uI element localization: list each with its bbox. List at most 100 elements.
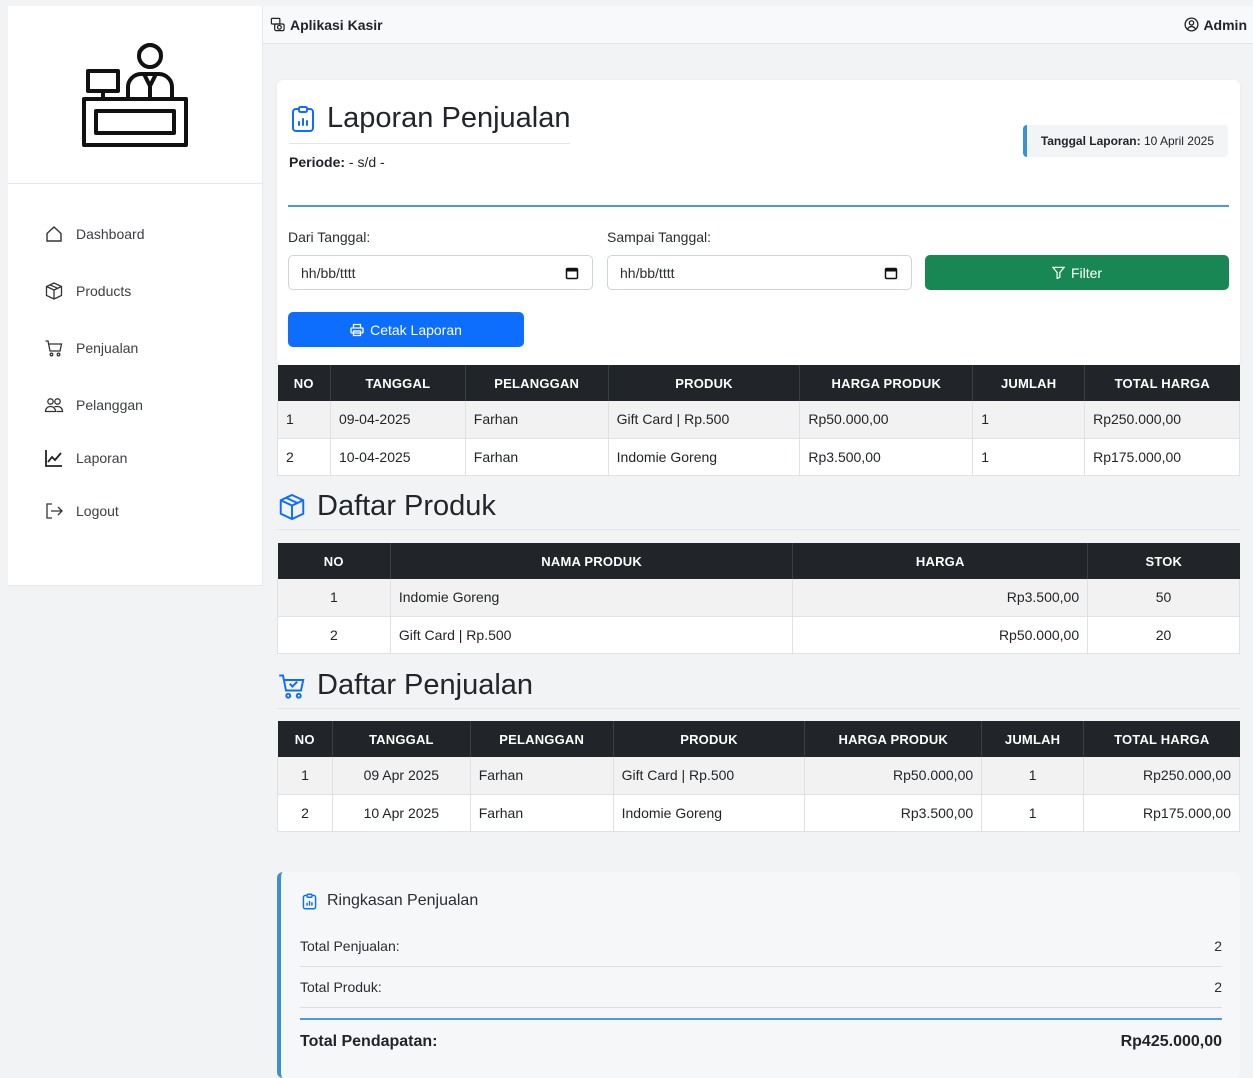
table-header-row: NO NAMA PRODUK HARGA STOK — [277, 543, 1240, 579]
table-cell: Indomie Goreng — [390, 579, 794, 617]
sidebar-logo — [8, 6, 262, 184]
section-title-text: Daftar Penjualan — [317, 669, 534, 701]
user-circle-icon — [1184, 17, 1199, 32]
table-row: 1 09 Apr 2025 Farhan Gift Card | Rp.500 … — [277, 757, 1240, 795]
table-cell: Indomie Goreng — [613, 794, 806, 832]
to-date-input[interactable]: hh/bb/tttt — [607, 255, 912, 290]
sales-summary: Ringkasan Penjualan Total Penjualan: 2 T… — [277, 872, 1240, 1078]
table-cell: 2 — [277, 794, 333, 832]
summary-total-revenue: Total Pendapatan: Rp425.000,00 — [300, 1018, 1222, 1051]
sidebar-item-label: Products — [76, 283, 132, 299]
table-cell: 1 — [972, 438, 1086, 476]
report-date-badge: Tanggal Laporan: 10 April 2025 — [1022, 125, 1228, 157]
to-date-label: Sampai Tanggal: — [607, 229, 712, 245]
sidebar-item-products[interactable]: Products — [44, 281, 131, 301]
printer-icon — [350, 323, 364, 336]
divider — [288, 205, 1229, 207]
cashier-logo-icon — [82, 42, 188, 147]
column-header: PRODUK — [608, 365, 801, 401]
report-date-label: Tanggal Laporan: — [1040, 134, 1141, 148]
table-cell: 1 — [277, 401, 331, 439]
table-cell: Rp3.500,00 — [799, 438, 974, 476]
summary-title: Ringkasan Penjualan — [301, 892, 478, 910]
column-header: STOK — [1087, 543, 1240, 579]
sidebar-item-logout[interactable]: Logout — [44, 501, 119, 521]
table-cell: 09 Apr 2025 — [332, 757, 471, 795]
column-header: NO — [277, 365, 331, 401]
table-cell: Rp50.000,00 — [799, 401, 974, 439]
table-cell: 2 — [277, 438, 331, 476]
clipboard-chart-icon — [302, 892, 317, 910]
clipboard-chart-icon — [292, 105, 314, 132]
summary-title-text: Ringkasan Penjualan — [327, 892, 479, 909]
table-cell: 1 — [981, 794, 1085, 832]
report-table: NO TANGGAL PELANGGAN PRODUK HARGA PRODUK… — [277, 365, 1240, 476]
table-cell: 1 — [277, 757, 333, 795]
summary-label: Total Pendapatan: — [300, 1033, 438, 1050]
table-cell: 2 — [277, 616, 391, 654]
table-cell: Farhan — [465, 401, 609, 439]
sidebar-item-pelanggan[interactable]: Pelanggan — [44, 395, 143, 415]
periode-value: - s/d - — [348, 154, 385, 170]
page-title-text: Laporan Penjualan — [327, 102, 571, 134]
calendar-icon[interactable] — [884, 266, 898, 280]
column-header: TANGGAL — [332, 721, 471, 757]
navbar-brand[interactable]: Aplikasi Kasir — [270, 17, 383, 33]
filter-label: Filter — [1070, 264, 1103, 281]
sales-table: NO TANGGAL PELANGGAN PRODUK HARGA PRODUK… — [277, 721, 1240, 832]
sidebar-item-penjualan[interactable]: Penjualan — [44, 338, 138, 358]
report-card: Laporan Penjualan Periode: - s/d - Tangg… — [277, 80, 1240, 366]
sidebar-item-dashboard[interactable]: Dashboard — [44, 224, 145, 244]
summary-value: 2 — [1214, 979, 1222, 995]
sidebar-item-laporan[interactable]: Laporan — [44, 448, 127, 468]
table-cell: Rp3.500,00 — [792, 579, 1089, 617]
user-menu[interactable]: Admin — [1184, 17, 1247, 33]
table-row: 2 10 Apr 2025 Farhan Indomie Goreng Rp3.… — [277, 794, 1240, 832]
table-cell: Gift Card | Rp.500 — [390, 616, 794, 654]
calendar-icon[interactable] — [565, 266, 579, 280]
table-cell: Rp250.000,00 — [1083, 757, 1240, 795]
section-title-text: Daftar Produk — [317, 490, 496, 522]
people-icon — [44, 398, 64, 413]
from-date-placeholder: hh/bb/tttt — [301, 264, 356, 281]
periode-label: Periode: — [289, 154, 346, 170]
box-icon — [45, 282, 63, 300]
table-row: 1 09-04-2025 Farhan Gift Card | Rp.500 R… — [277, 401, 1240, 439]
column-header: TANGGAL — [330, 365, 466, 401]
column-header: PELANGGAN — [470, 721, 614, 757]
table-cell: Rp50.000,00 — [804, 757, 983, 795]
page-title: Laporan Penjualan — [289, 102, 571, 144]
table-cell: 09-04-2025 — [330, 401, 466, 439]
sidebar-item-label: Laporan — [76, 450, 128, 466]
logout-icon — [46, 503, 63, 519]
cash-register-icon — [270, 17, 285, 32]
brand-label: Aplikasi Kasir — [290, 16, 383, 33]
from-date-input[interactable]: hh/bb/tttt — [288, 255, 593, 290]
table-cell: Indomie Goreng — [608, 438, 801, 476]
column-header: TOTAL HARGA — [1084, 365, 1240, 401]
top-navbar: Aplikasi Kasir Admin — [262, 6, 1253, 44]
column-header: HARGA — [792, 543, 1089, 579]
box-icon — [279, 493, 305, 520]
table-cell: Rp50.000,00 — [792, 616, 1089, 654]
table-cell: Gift Card | Rp.500 — [608, 401, 801, 439]
column-header: JUMLAH — [981, 721, 1085, 757]
table-cell: Rp3.500,00 — [804, 794, 983, 832]
table-cell: 50 — [1087, 579, 1240, 617]
products-table: NO NAMA PRODUK HARGA STOK 1 Indomie Gore… — [277, 543, 1240, 654]
sidebar-item-label: Penjualan — [76, 340, 139, 356]
summary-total-products: Total Produk: 2 — [300, 979, 1222, 1008]
column-header: NO — [277, 721, 333, 757]
filter-button[interactable]: Filter — [925, 255, 1229, 290]
table-header-row: NO TANGGAL PELANGGAN PRODUK HARGA PRODUK… — [277, 365, 1240, 401]
table-cell: 1 — [972, 401, 1086, 439]
print-report-button[interactable]: Cetak Laporan — [288, 312, 524, 347]
cart-icon — [45, 340, 63, 357]
column-header: TOTAL HARGA — [1083, 721, 1240, 757]
graph-icon — [45, 450, 62, 467]
column-header: HARGA PRODUK — [804, 721, 983, 757]
products-section-title: Daftar Produk — [277, 490, 1240, 530]
table-cell: 10-04-2025 — [330, 438, 466, 476]
table-row: 2 Gift Card | Rp.500 Rp50.000,00 20 — [277, 616, 1240, 654]
table-cell: Rp175.000,00 — [1084, 438, 1240, 476]
